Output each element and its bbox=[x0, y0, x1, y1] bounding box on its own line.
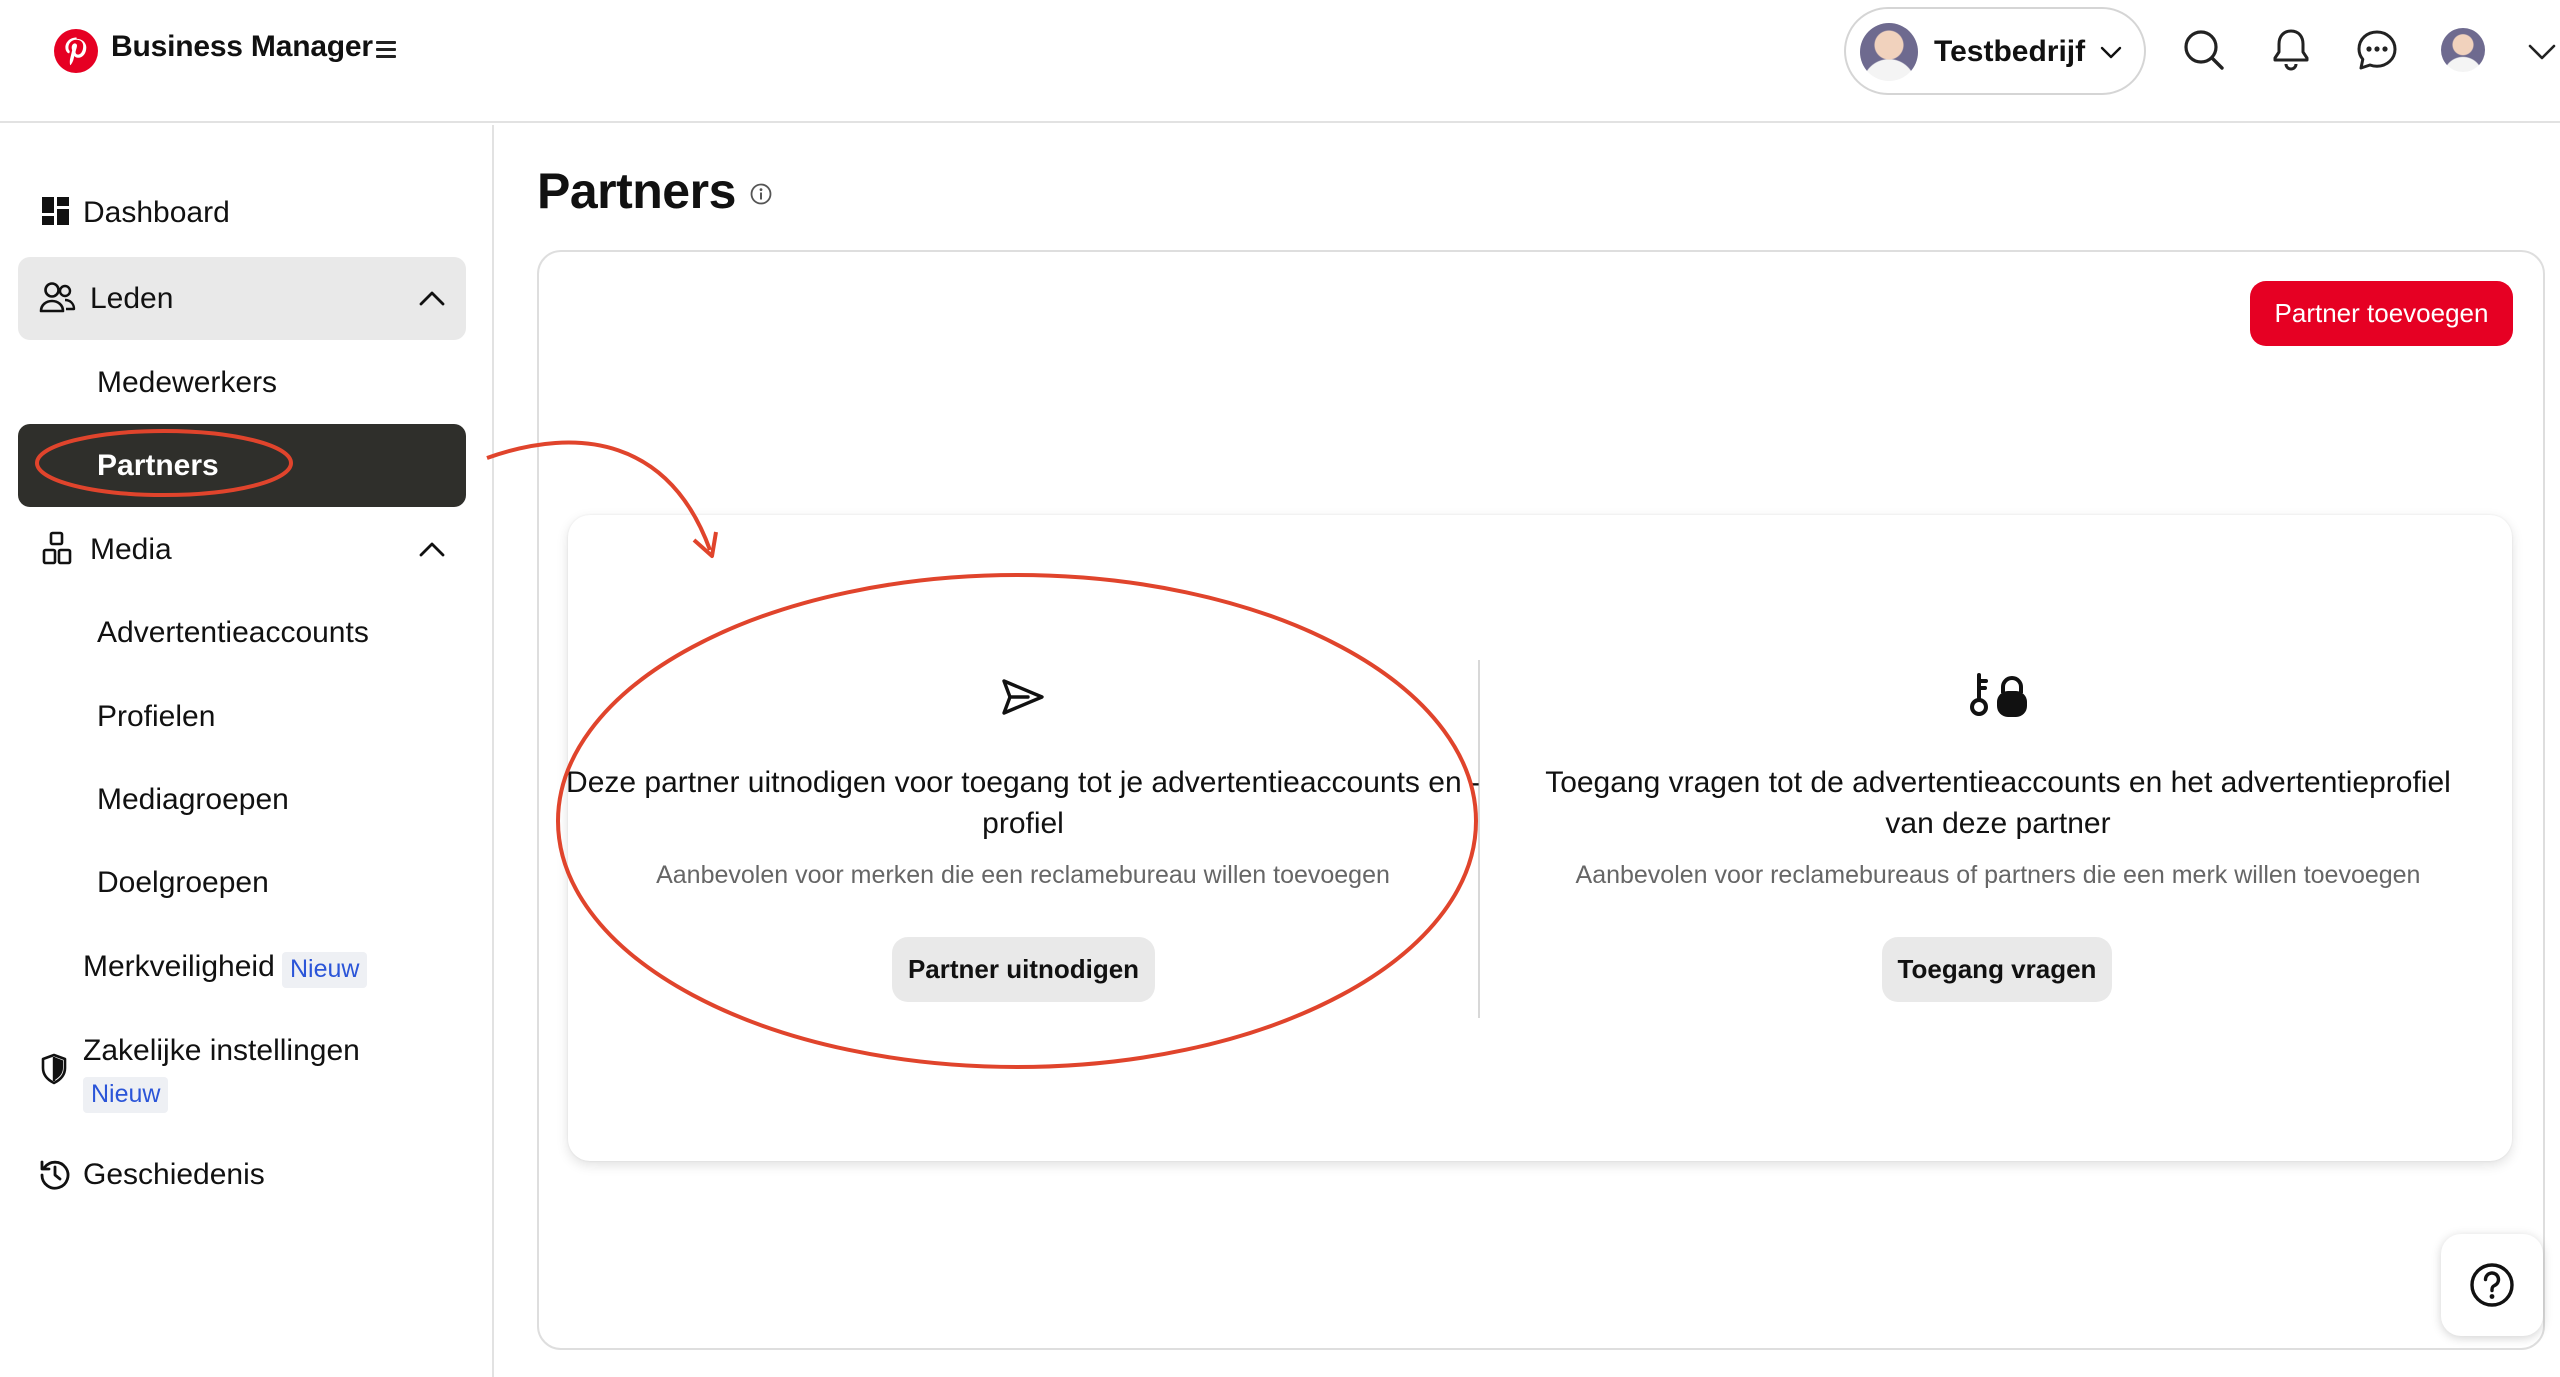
sidebar-item-label: Profielen bbox=[97, 700, 216, 733]
top-bar: Business Manager Testbedrijf bbox=[0, 0, 2560, 123]
invite-partner-title: Deze partner uitnodigen voor toegang tot… bbox=[566, 766, 1480, 840]
request-access-title: Toegang vragen tot de advertentieaccount… bbox=[1545, 766, 2451, 840]
page-title: Partners bbox=[537, 163, 736, 219]
sidebar-item-advertentieaccounts[interactable]: Advertentieaccounts bbox=[18, 591, 466, 674]
request-access-description: Aanbevolen voor reclamebureaus of partne… bbox=[1575, 861, 2421, 889]
invite-partner-button[interactable]: Partner uitnodigen bbox=[892, 937, 1155, 1002]
app-title: Business Manager bbox=[111, 30, 373, 63]
menu-icon[interactable] bbox=[376, 41, 396, 59]
help-button[interactable] bbox=[2441, 1234, 2543, 1336]
request-access-button[interactable]: Toegang vragen bbox=[1882, 937, 2112, 1002]
sidebar-item-label: Geschiedenis bbox=[83, 1158, 265, 1191]
sidebar-item-label: Dashboard bbox=[83, 196, 230, 229]
add-partner-button[interactable]: Partner toevoegen bbox=[2250, 281, 2513, 346]
sidebar-item-profielen[interactable]: Profielen bbox=[18, 675, 466, 758]
bell-icon[interactable] bbox=[2263, 22, 2319, 78]
shield-icon bbox=[41, 1053, 67, 1085]
sidebar-item-label: Partners bbox=[97, 449, 219, 482]
chevron-down-icon[interactable] bbox=[2524, 36, 2560, 66]
sidebar-item-zakelijke-instellingen[interactable]: Zakelijke instellingen Nieuw bbox=[18, 1008, 466, 1128]
avatar[interactable] bbox=[2441, 28, 2485, 72]
sidebar-item-label: Mediagroepen bbox=[97, 783, 289, 816]
new-badge: Nieuw bbox=[282, 952, 368, 988]
chevron-up-icon[interactable] bbox=[416, 283, 448, 315]
people-icon bbox=[39, 282, 76, 313]
sidebar-item-leden[interactable]: Leden bbox=[18, 257, 466, 340]
dashboard-icon bbox=[42, 197, 69, 225]
company-switcher[interactable]: Testbedrijf bbox=[1844, 7, 2146, 95]
help-icon bbox=[2470, 1263, 2514, 1307]
company-avatar bbox=[1860, 23, 1918, 81]
sidebar-item-merkveiligheid[interactable]: Merkveiligheid Nieuw bbox=[18, 925, 466, 1008]
sidebar-item-geschiedenis[interactable]: Geschiedenis bbox=[18, 1133, 466, 1216]
company-name: Testbedrijf bbox=[1934, 35, 2086, 68]
sidebar-item-dashboard[interactable]: Dashboard bbox=[18, 171, 466, 254]
sidebar-item-mediagroepen[interactable]: Mediagroepen bbox=[18, 758, 466, 841]
invite-partner-description: Aanbevolen voor merken die een reclamebu… bbox=[656, 861, 1390, 889]
new-badge: Nieuw bbox=[83, 1077, 169, 1113]
sidebar-item-partners[interactable]: Partners bbox=[18, 424, 466, 507]
search-icon[interactable] bbox=[2176, 22, 2232, 78]
info-icon[interactable] bbox=[749, 182, 773, 206]
chevron-down-icon bbox=[2100, 46, 2122, 59]
key-lock-icon bbox=[1970, 673, 2027, 717]
sidebar-item-label: Advertentieaccounts bbox=[97, 616, 369, 649]
chevron-up-icon[interactable] bbox=[416, 534, 448, 566]
sidebar-item-label: Zakelijke instellingen bbox=[83, 1034, 360, 1067]
sidebar-item-media[interactable]: Media bbox=[18, 508, 466, 591]
sidebar-item-label: Merkveiligheid bbox=[83, 950, 275, 983]
sidebar-item-doelgroepen[interactable]: Doelgroepen bbox=[18, 841, 466, 924]
chat-icon[interactable] bbox=[2349, 22, 2405, 78]
sidebar-item-medewerkers[interactable]: Medewerkers bbox=[18, 341, 466, 424]
sidebar-item-label: Media bbox=[90, 533, 172, 566]
send-icon bbox=[1002, 679, 1044, 715]
sidebar-item-label: Leden bbox=[90, 282, 174, 315]
sidebar-item-label: Doelgroepen bbox=[97, 866, 269, 899]
media-icon bbox=[42, 531, 72, 565]
sidebar-item-label: Medewerkers bbox=[97, 366, 278, 399]
sidebar: Dashboard Leden Medewerkers Partners Med… bbox=[0, 125, 494, 1377]
history-icon bbox=[40, 1160, 70, 1190]
pinterest-logo-icon[interactable] bbox=[54, 29, 98, 73]
